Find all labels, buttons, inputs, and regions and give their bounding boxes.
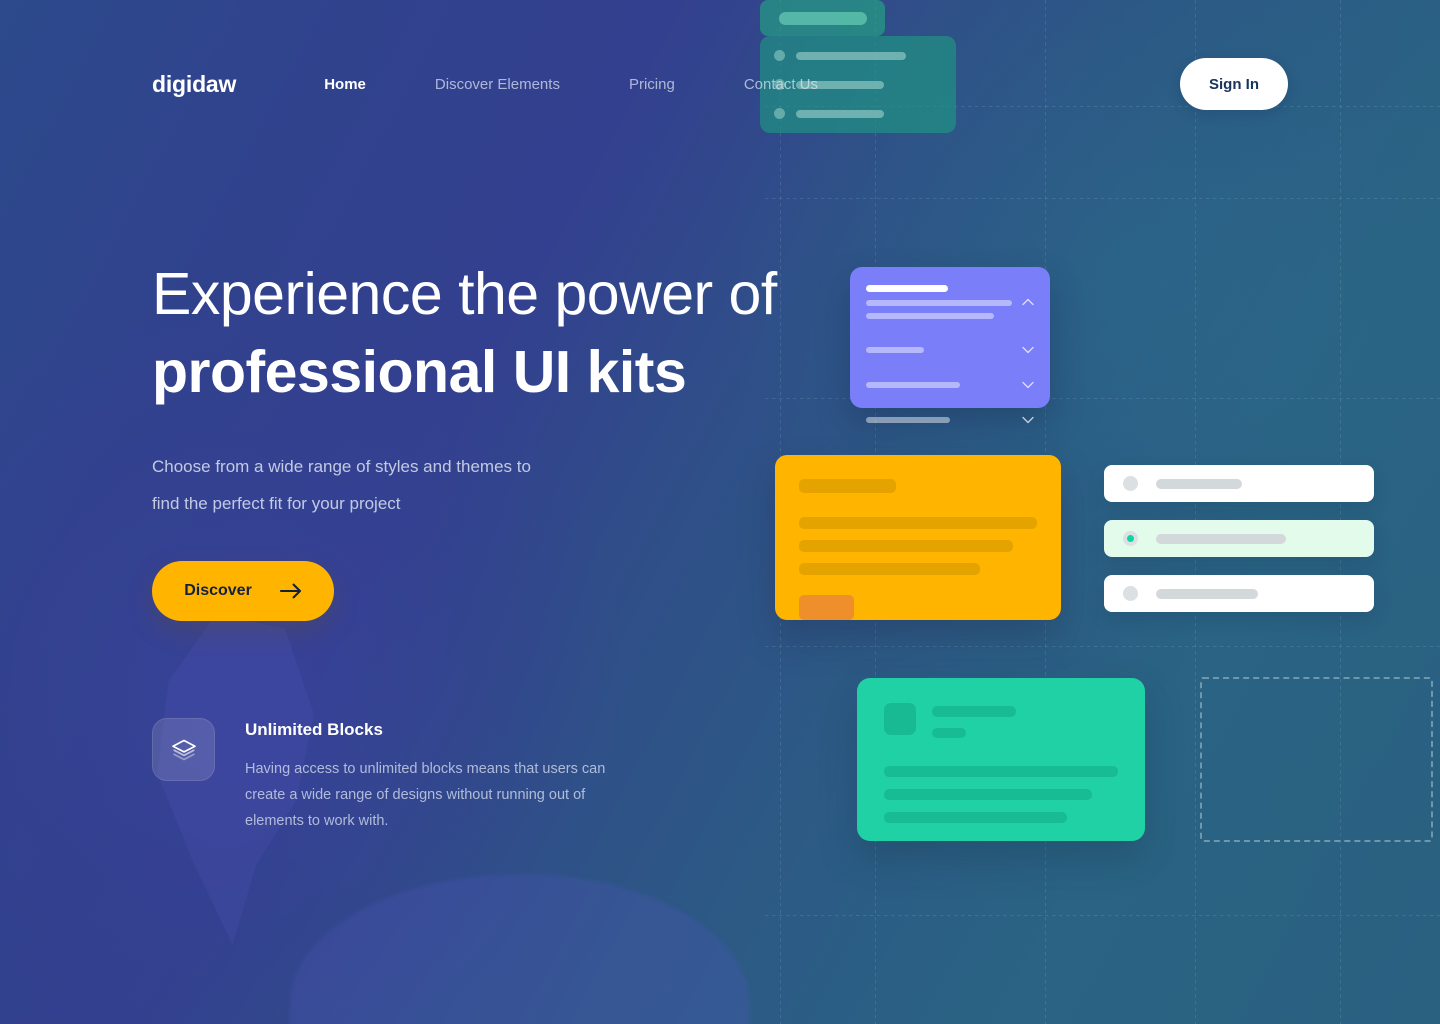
radio-unselected-icon[interactable]	[1123, 586, 1138, 601]
placeholder-bar	[932, 728, 966, 738]
option-row[interactable]	[1104, 575, 1374, 612]
hero-section: Experience the power of professional UI …	[152, 255, 792, 621]
placeholder-bar	[799, 517, 1037, 529]
placeholder-bar	[866, 313, 995, 319]
placeholder-bar	[799, 479, 896, 493]
feature-title: Unlimited Blocks	[245, 720, 383, 739]
placeholder-bar	[884, 766, 1118, 777]
placeholder-bar	[866, 417, 950, 423]
placeholder-bar	[866, 285, 948, 292]
nav-item-pricing[interactable]: Pricing	[629, 68, 675, 101]
chevron-down-icon[interactable]	[1022, 341, 1034, 359]
chevron-down-icon[interactable]	[1022, 376, 1034, 394]
accordion-row[interactable]	[866, 285, 1034, 319]
placeholder-bar	[1156, 533, 1286, 544]
placeholder-bar	[884, 789, 1093, 800]
sign-in-button[interactable]: Sign In	[1180, 58, 1288, 110]
placeholder-bar	[932, 706, 1016, 717]
illustration-card-button[interactable]	[799, 595, 854, 620]
placeholder-bar	[1156, 588, 1258, 599]
option-row-selected[interactable]	[1104, 520, 1374, 557]
discover-button[interactable]: Discover	[152, 561, 334, 621]
discover-button-label: Discover	[184, 582, 252, 599]
site-header: digidaw Home Discover Elements Pricing C…	[0, 0, 1440, 168]
avatar	[884, 703, 916, 735]
radio-selected-icon[interactable]	[1123, 531, 1138, 546]
placeholder-bar	[884, 812, 1067, 823]
accordion-row[interactable]	[866, 341, 1034, 359]
feature-body: Unlimited Blocks Having access to unlimi…	[245, 718, 612, 834]
feature-description: Having access to unlimited blocks means …	[245, 761, 606, 829]
nav-item-contact-us[interactable]: Contact Us	[744, 68, 818, 101]
feature-unlimited-blocks: Unlimited Blocks Having access to unlimi…	[152, 718, 612, 834]
illustration-accordion-card[interactable]	[850, 267, 1050, 424]
radio-core	[1127, 535, 1134, 542]
hero-subtitle-line-1: Choose from a wide range of styles and t…	[152, 457, 531, 476]
chevron-up-icon[interactable]	[1022, 293, 1034, 311]
profile-header	[884, 703, 1118, 738]
placeholder-bar	[866, 347, 924, 353]
placeholder-bar	[1156, 478, 1242, 489]
page-title: Experience the power of professional UI …	[152, 255, 792, 411]
placeholder-bar	[799, 563, 980, 575]
hero-subtitle-line-2: find the perfect fit for your project	[152, 494, 401, 513]
layers-icon	[152, 718, 215, 781]
placeholder-bar	[866, 382, 960, 388]
nav-item-home[interactable]: Home	[324, 68, 366, 101]
option-row[interactable]	[1104, 465, 1374, 502]
placeholder-bar	[866, 300, 1012, 306]
brand-logo[interactable]: digidaw	[152, 71, 236, 98]
illustration-yellow-card[interactable]	[775, 455, 1061, 620]
illustration-dashed-placeholder	[1200, 677, 1433, 842]
hero-subtitle: Choose from a wide range of styles and t…	[152, 448, 592, 522]
hero-title-line-1: Experience the power of	[152, 261, 777, 327]
radio-unselected-icon[interactable]	[1123, 476, 1138, 491]
arrow-right-icon	[279, 583, 302, 599]
accordion-row[interactable]	[866, 411, 1034, 429]
illustration-green-profile-card[interactable]	[857, 678, 1145, 841]
hero-title-line-2: professional UI kits	[152, 339, 687, 405]
main-navigation: Home Discover Elements Pricing Contact U…	[324, 68, 887, 101]
nav-item-discover-elements[interactable]: Discover Elements	[435, 68, 560, 101]
chevron-down-icon[interactable]	[1022, 411, 1034, 429]
accordion-row[interactable]	[866, 376, 1034, 394]
placeholder-bar	[799, 540, 1014, 552]
